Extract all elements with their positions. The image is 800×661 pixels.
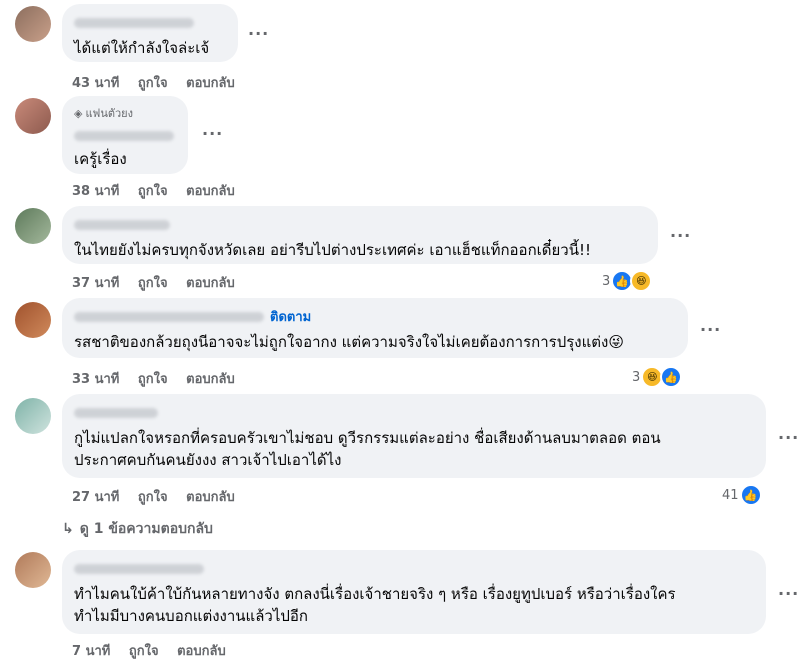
comment-actions: 37 นาที ถูกใจ ตอบกลับ — [72, 272, 249, 293]
comment-text-line-1: กูไม่แปลกใจหรอกที่ครอบครัวเขาไม่ชอบ ดูวี… — [74, 429, 661, 447]
badge-label: แฟนตัวยง — [85, 107, 134, 120]
comment-5: กูไม่แปลกใจหรอกที่ครอบครัวเขาไม่ชอบ ดูวี… — [0, 390, 800, 542]
like-icon: 👍 — [660, 366, 683, 388]
reaction-summary[interactable]: 3 👍 😆 — [602, 270, 653, 292]
comment-1: ได้แต่ให้กำลังใจล่ะเจ้ ··· 43 นาที ถูกใจ… — [0, 0, 800, 92]
comment-actions: 33 นาที ถูกใจ ตอบกลับ — [72, 368, 249, 389]
more-options-button[interactable]: ··· — [778, 584, 799, 603]
comment-bubble: ทำไมคนใบ้ค้าใบ้กันหลายทางจัง ตกลงนี่เรื่… — [62, 550, 766, 634]
reaction-summary[interactable]: 41 👍 — [722, 484, 762, 506]
diamond-icon: ◈ — [74, 107, 83, 120]
reply-button[interactable]: ตอบกลับ — [177, 644, 226, 659]
like-button[interactable]: ถูกใจ — [138, 372, 168, 387]
comment-6: ทำไมคนใบ้ค้าใบ้กันหลายทางจัง ตกลงนี่เรื่… — [0, 544, 800, 661]
comment-actions: 7 นาที ถูกใจ ตอบกลับ — [72, 640, 240, 661]
emoji: 😜 — [608, 333, 624, 351]
like-button[interactable]: ถูกใจ — [129, 644, 159, 659]
comment-time[interactable]: 37 นาที — [72, 276, 119, 291]
comment-text-line-2: ประกาศคบกันคนยังงง สาวเจ้าไปเอาได้ไง — [74, 451, 342, 469]
follow-button[interactable]: ติดตาม — [270, 310, 311, 325]
comment-3: ในไทยยังไม่ครบทุกจังหวัดเลย อย่ารีบไปต่า… — [0, 202, 800, 294]
view-replies-label: ดู 1 ข้อความตอบกลับ — [79, 521, 213, 537]
comment-time[interactable]: 33 นาที — [72, 372, 119, 387]
comment-text: เครู้เรื่อง — [74, 150, 127, 168]
reply-button[interactable]: ตอบกลับ — [186, 276, 235, 291]
avatar[interactable] — [15, 208, 51, 244]
reaction-count: 3 — [632, 369, 641, 385]
comment-text: รสชาติของกล้วยถุงนีอาจจะไม่ถูกใจอากง แต่… — [74, 333, 609, 351]
comment-time[interactable]: 7 นาที — [72, 644, 110, 659]
comment-time[interactable]: 27 นาที — [72, 490, 119, 505]
like-icon: 👍 — [739, 484, 762, 506]
reaction-count: 3 — [602, 273, 611, 289]
comment-bubble: ได้แต่ให้กำลังใจล่ะเจ้ — [62, 4, 238, 62]
like-button[interactable]: ถูกใจ — [138, 76, 168, 91]
author-name[interactable] — [74, 558, 754, 577]
reply-button[interactable]: ตอบกลับ — [186, 76, 235, 91]
reply-button[interactable]: ตอบกลับ — [186, 184, 235, 199]
avatar[interactable] — [15, 98, 51, 134]
comment-bubble: ติดตาม รสชาติของกล้วยถุงนีอาจจะไม่ถูกใจอ… — [62, 298, 688, 358]
comment-time[interactable]: 43 นาที — [72, 76, 119, 91]
author-name[interactable] — [74, 214, 646, 233]
reply-button[interactable]: ตอบกลับ — [186, 372, 235, 387]
more-options-button[interactable]: ··· — [778, 428, 799, 447]
top-fan-badge: ◈ แฟนตัวยง — [74, 104, 176, 122]
more-options-button[interactable]: ··· — [670, 226, 691, 245]
comment-time[interactable]: 38 นาที — [72, 184, 119, 199]
reaction-summary[interactable]: 3 😆 👍 — [632, 366, 683, 388]
comment-bubble: ◈ แฟนตัวยง เครู้เรื่อง — [62, 96, 188, 174]
avatar[interactable] — [15, 302, 51, 338]
author-name[interactable]: ติดตาม — [74, 306, 676, 327]
comment-text-line-1: ทำไมคนใบ้ค้าใบ้กันหลายทางจัง ตกลงนี่เรื่… — [74, 585, 676, 603]
reply-arrow-icon: ↳ — [62, 521, 74, 537]
comment-text: ได้แต่ให้กำลังใจล่ะเจ้ — [74, 39, 210, 57]
comment-actions: 43 นาที ถูกใจ ตอบกลับ — [72, 72, 249, 93]
avatar[interactable] — [15, 6, 51, 42]
haha-icon: 😆 — [630, 270, 653, 292]
reply-button[interactable]: ตอบกลับ — [186, 490, 235, 505]
comment-2: ◈ แฟนตัวยง เครู้เรื่อง ··· 38 นาที ถูกใจ … — [0, 92, 800, 202]
author-name[interactable] — [74, 125, 176, 144]
comment-bubble: ในไทยยังไม่ครบทุกจังหวัดเลย อย่ารีบไปต่า… — [62, 206, 658, 264]
avatar[interactable] — [15, 398, 51, 434]
comment-4: ติดตาม รสชาติของกล้วยถุงนีอาจจะไม่ถูกใจอ… — [0, 294, 800, 390]
comment-text: ในไทยยังไม่ครบทุกจังหวัดเลย อย่ารีบไปต่า… — [74, 241, 592, 259]
author-name[interactable] — [74, 12, 226, 31]
comment-text-row: รสชาติของกล้วยถุงนีอาจจะไม่ถูกใจอากง แต่… — [74, 331, 676, 353]
comment-actions: 38 นาที ถูกใจ ตอบกลับ — [72, 180, 249, 201]
like-button[interactable]: ถูกใจ — [138, 276, 168, 291]
more-options-button[interactable]: ··· — [248, 24, 269, 43]
comment-actions: 27 นาที ถูกใจ ตอบกลับ — [72, 486, 249, 507]
more-options-button[interactable]: ··· — [202, 124, 223, 143]
view-replies-link[interactable]: ↳ ดู 1 ข้อความตอบกลับ — [62, 518, 213, 540]
more-options-button[interactable]: ··· — [700, 320, 721, 339]
comment-bubble: กูไม่แปลกใจหรอกที่ครอบครัวเขาไม่ชอบ ดูวี… — [62, 394, 766, 478]
like-button[interactable]: ถูกใจ — [138, 184, 168, 199]
comment-text-line-2: ทำไมมีบางคนบอกแต่งงานแล้วไปอีก — [74, 607, 308, 625]
avatar[interactable] — [15, 552, 51, 588]
like-button[interactable]: ถูกใจ — [138, 490, 168, 505]
reaction-count: 41 — [722, 487, 739, 503]
author-name[interactable] — [74, 402, 754, 421]
